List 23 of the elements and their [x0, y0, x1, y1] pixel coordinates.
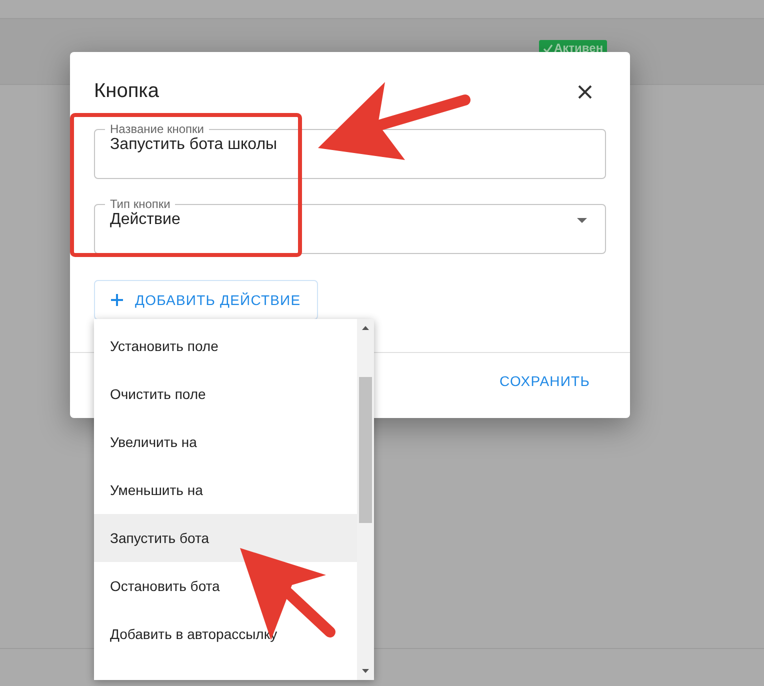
- add-action-button[interactable]: ДОБАВИТЬ ДЕЙСТВИЕ: [94, 280, 318, 320]
- menu-item[interactable]: Установить поле: [94, 322, 357, 370]
- scroll-up-icon: [362, 326, 369, 330]
- menu-item[interactable]: Уменьшить на: [94, 466, 357, 514]
- scrollbar[interactable]: [357, 319, 374, 680]
- field-label: Тип кнопки: [109, 197, 172, 211]
- plus-icon: [111, 294, 123, 306]
- menu-item[interactable]: Запустить бота: [94, 514, 357, 562]
- field-value: Запустить бота школы: [110, 136, 278, 154]
- field-label: Название кнопки: [109, 122, 205, 136]
- menu-item[interactable]: Очистить поле: [94, 370, 357, 418]
- caret-icon: [577, 218, 587, 222]
- select-field[interactable]: Тип кнопки Действие: [94, 197, 606, 254]
- scrollbar-thumb[interactable]: [359, 377, 372, 523]
- dialog-title: Кнопка: [94, 80, 159, 103]
- scroll-down-icon: [362, 669, 369, 673]
- status-text: Активен: [554, 41, 604, 55]
- menu-item[interactable]: Увеличить на: [94, 418, 357, 466]
- save-button[interactable]: СОХРАНИТЬ: [490, 367, 600, 395]
- close-icon[interactable]: [576, 82, 594, 100]
- field-value: Действие: [110, 211, 182, 229]
- check-icon: [543, 44, 553, 52]
- menu-item[interactable]: Остановить бота: [94, 562, 357, 610]
